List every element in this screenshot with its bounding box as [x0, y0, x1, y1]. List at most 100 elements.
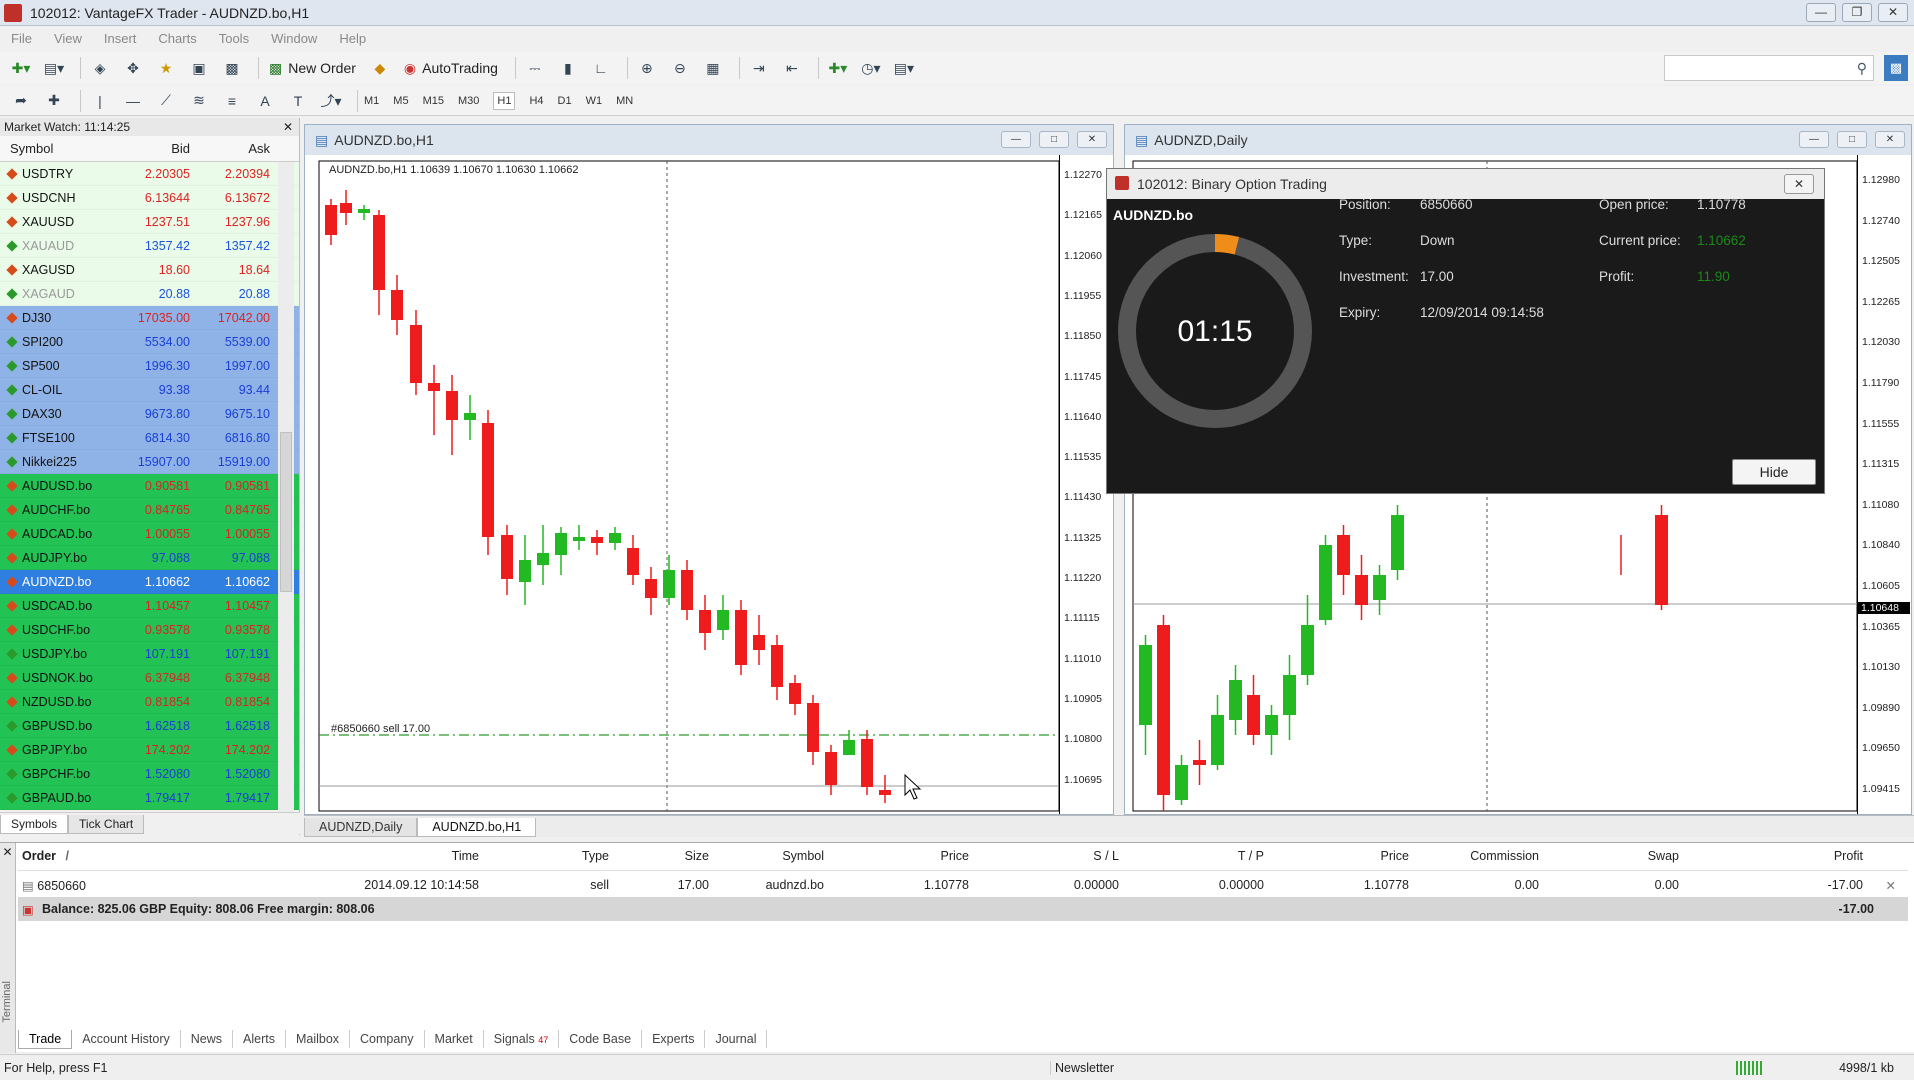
chart-tab-daily[interactable]: AUDNZD,Daily	[304, 818, 418, 837]
close-icon[interactable]: ✕	[0, 843, 15, 859]
col-current-price[interactable]: Price	[1268, 849, 1413, 870]
new-chart-icon[interactable]: ✚▾	[8, 56, 34, 80]
market-watch-row[interactable]: AUDCHF.bo 0.84765 0.84765	[0, 498, 299, 522]
trendline-icon[interactable]: ⟋	[153, 89, 179, 113]
crosshair-icon[interactable]: ✚	[41, 89, 67, 113]
col-price[interactable]: Price	[828, 849, 973, 870]
market-watch-row[interactable]: FTSE100 6814.30 6816.80	[0, 426, 299, 450]
column-ask[interactable]: Ask	[194, 141, 274, 156]
market-watch-row[interactable]: XAGUSD 18.60 18.64	[0, 258, 299, 282]
zoom-in-icon[interactable]: ⊕	[634, 56, 660, 80]
minimize-button[interactable]: —	[1799, 131, 1829, 148]
close-button[interactable]: ✕	[1878, 3, 1908, 22]
col-tp[interactable]: T / P	[1123, 849, 1268, 870]
profiles-icon[interactable]: ▤▾	[41, 56, 67, 80]
market-watch-row[interactable]: USDNOK.bo 6.37948 6.37948	[0, 666, 299, 690]
col-commission[interactable]: Commission	[1413, 849, 1543, 870]
menu-window[interactable]: Window	[260, 31, 328, 46]
col-symbol[interactable]: Symbol	[713, 849, 828, 870]
market-watch-row[interactable]: XAUAUD 1357.42 1357.42	[0, 234, 299, 258]
new-order-button[interactable]: ▩ New Order	[265, 56, 360, 80]
text-label-icon[interactable]: T	[285, 89, 311, 113]
chart-tab-h1[interactable]: AUDNZD.bo,H1	[417, 818, 537, 837]
close-order-icon[interactable]: ✕	[1882, 878, 1900, 893]
bar-chart-icon[interactable]: ⎓	[522, 56, 548, 80]
period-d1[interactable]: D1	[558, 95, 572, 107]
periods-icon[interactable]: ◷▾	[858, 56, 884, 80]
cursor-icon[interactable]: ➦	[8, 89, 34, 113]
table-row[interactable]: ▤ 6850660 2014.09.12 10:14:58 sell 17.00…	[18, 873, 1908, 897]
market-watch-row[interactable]: GBPUSD.bo 1.62518 1.62518	[0, 714, 299, 738]
close-button[interactable]: ✕	[1077, 131, 1107, 148]
tab-mailbox[interactable]: Mailbox	[286, 1030, 351, 1048]
market-watch-row[interactable]: GBPCHF.bo 1.52080 1.52080	[0, 762, 299, 786]
search-input[interactable]: ⚲	[1664, 55, 1874, 81]
community-icon[interactable]: ▩	[1884, 55, 1908, 81]
chart-window-h1[interactable]: ▤ AUDNZD.bo,H1 — □ ✕ AUDNZD.bo,H1 1.10639 …	[304, 124, 1114, 827]
col-order[interactable]: Order /	[18, 849, 203, 870]
market-watch-row[interactable]: USDJPY.bo 107.191 107.191	[0, 642, 299, 666]
period-m1[interactable]: M1	[364, 95, 379, 107]
scrollbar-thumb[interactable]	[280, 432, 292, 592]
chart-h1-canvas[interactable]: AUDNZD.bo,H1 1.10639 1.10670 1.10630 1.1…	[305, 155, 1059, 816]
close-icon[interactable]: ✕	[283, 118, 293, 136]
hide-button[interactable]: Hide	[1732, 459, 1816, 485]
market-watch-row[interactable]: SPI200 5534.00 5539.00	[0, 330, 299, 354]
menu-charts[interactable]: Charts	[147, 31, 207, 46]
market-watch-row[interactable]: AUDUSD.bo 0.90581 0.90581	[0, 474, 299, 498]
auto-scroll-icon[interactable]: ⇥	[746, 56, 772, 80]
col-swap[interactable]: Swap	[1543, 849, 1683, 870]
market-watch-row[interactable]: GBPJPY.bo 174.202 174.202	[0, 738, 299, 762]
strategy-tester-icon[interactable]: ▩	[219, 56, 245, 80]
market-watch-scrollbar[interactable]	[278, 162, 294, 820]
tab-code-base[interactable]: Code Base	[559, 1030, 643, 1048]
col-sl[interactable]: S / L	[973, 849, 1123, 870]
col-size[interactable]: Size	[613, 849, 713, 870]
tab-tick-chart[interactable]: Tick Chart	[68, 815, 145, 834]
market-watch-row[interactable]: DAX30 9673.80 9675.10	[0, 402, 299, 426]
maximize-button[interactable]: □	[1039, 131, 1069, 148]
market-watch-row[interactable]: Nikkei225 15907.00 15919.00	[0, 450, 299, 474]
candlestick-icon[interactable]: ▮	[555, 56, 581, 80]
tab-symbols[interactable]: Symbols	[0, 815, 69, 834]
period-h4[interactable]: H4	[529, 95, 543, 107]
market-watch-row[interactable]: USDCAD.bo 1.10457 1.10457	[0, 594, 299, 618]
status-newsletter[interactable]: Newsletter	[1050, 1060, 1250, 1075]
minimize-button[interactable]: —	[1806, 3, 1836, 22]
vertical-line-icon[interactable]: |	[87, 89, 113, 113]
period-h1[interactable]: H1	[493, 91, 516, 110]
col-profit[interactable]: Profit	[1683, 849, 1893, 870]
period-w1[interactable]: W1	[586, 95, 603, 107]
market-watch-row[interactable]: DJ30 17035.00 17042.00	[0, 306, 299, 330]
close-button[interactable]: ✕	[1875, 131, 1905, 148]
market-watch-row[interactable]: AUDCAD.bo 1.00055 1.00055	[0, 522, 299, 546]
tab-signals[interactable]: Signals 47	[484, 1030, 560, 1048]
market-watch-row[interactable]: GBPAUD.bo 1.79417 1.79417	[0, 786, 299, 810]
menu-insert[interactable]: Insert	[93, 31, 148, 46]
col-type[interactable]: Type	[483, 849, 613, 870]
market-watch-row[interactable]: AUDJPY.bo 97.088 97.088	[0, 546, 299, 570]
text-icon[interactable]: A	[252, 89, 278, 113]
chart-shift-icon[interactable]: ⇤	[779, 56, 805, 80]
menu-view[interactable]: View	[43, 31, 93, 46]
market-watch-row[interactable]: AUDNZD.bo 1.10662 1.10662	[0, 570, 299, 594]
line-chart-icon[interactable]: ∟	[588, 56, 614, 80]
tab-market[interactable]: Market	[425, 1030, 484, 1048]
navigator-icon[interactable]: ★	[153, 56, 179, 80]
column-symbol[interactable]: Symbol	[0, 141, 118, 156]
menu-tools[interactable]: Tools	[208, 31, 260, 46]
tab-trade[interactable]: Trade	[18, 1029, 73, 1049]
market-watch-row[interactable]: XAUUSD 1237.51 1237.96	[0, 210, 299, 234]
terminal-icon[interactable]: ▣	[186, 56, 212, 80]
market-watch-row[interactable]: USDCHF.bo 0.93578 0.93578	[0, 618, 299, 642]
col-time[interactable]: Time	[203, 849, 483, 870]
market-watch-row[interactable]: SP500 1996.30 1997.00	[0, 354, 299, 378]
restore-button[interactable]: ❐	[1842, 3, 1872, 22]
templates-icon[interactable]: ▤▾	[891, 56, 917, 80]
tab-journal[interactable]: Journal	[705, 1030, 768, 1048]
indicators-icon[interactable]: ✚▾	[825, 56, 851, 80]
maximize-button[interactable]: □	[1837, 131, 1867, 148]
tab-alerts[interactable]: Alerts	[233, 1030, 286, 1048]
period-m15[interactable]: M15	[423, 95, 444, 107]
tab-company[interactable]: Company	[350, 1030, 425, 1048]
